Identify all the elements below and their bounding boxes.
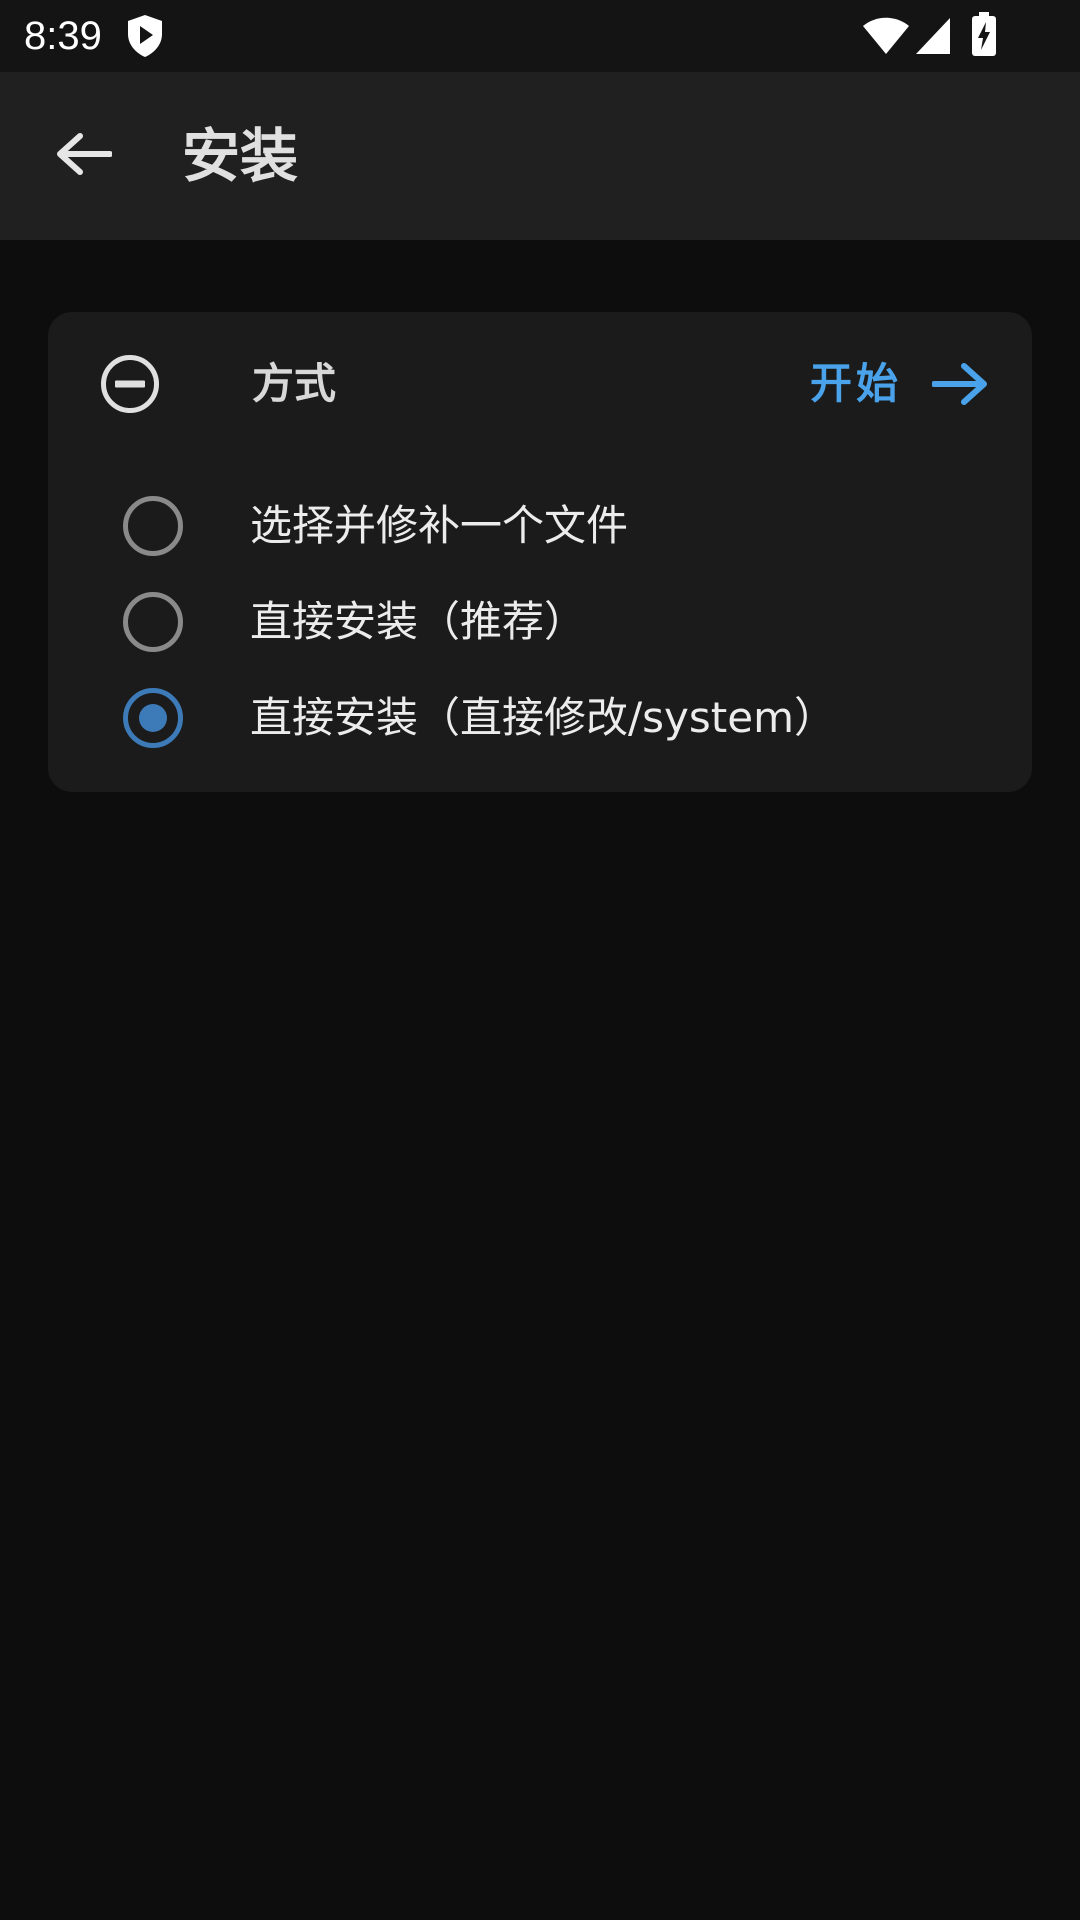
radio-button-selected[interactable] bbox=[123, 688, 183, 748]
radio-button[interactable] bbox=[123, 592, 183, 652]
install-method-card: 方式 开始 选择并修补一个文件 直接安装（推荐） 直接安装（直接修改/syste… bbox=[48, 312, 1032, 792]
battery-charging-icon bbox=[972, 12, 996, 56]
status-time: 8:39 bbox=[24, 14, 102, 58]
arrow-forward-icon bbox=[932, 363, 987, 405]
remove-circle-icon[interactable] bbox=[100, 354, 160, 414]
back-button[interactable] bbox=[44, 114, 124, 194]
option-direct-install[interactable]: 直接安装（推荐） bbox=[48, 574, 1032, 670]
cell-signal-icon bbox=[916, 18, 950, 54]
app-bar: 安装 bbox=[0, 72, 1080, 240]
card-title: 方式 bbox=[252, 359, 337, 408]
arrow-back-icon bbox=[57, 133, 112, 175]
option-patch-file[interactable]: 选择并修补一个文件 bbox=[48, 478, 1032, 574]
page-title: 安装 bbox=[182, 122, 299, 190]
shield-play-icon bbox=[128, 15, 162, 57]
option-label: 直接安装（推荐） bbox=[250, 597, 587, 646]
start-button[interactable]: 开始 bbox=[810, 350, 988, 418]
option-direct-install-system[interactable]: 直接安装（直接修改/system） bbox=[48, 670, 1032, 766]
card-header: 方式 开始 bbox=[48, 312, 1032, 456]
wifi-icon bbox=[863, 17, 909, 54]
option-label: 直接安装（直接修改/system） bbox=[250, 693, 836, 742]
status-bar: 8:39 bbox=[0, 0, 1080, 72]
radio-button[interactable] bbox=[123, 496, 183, 556]
start-label: 开始 bbox=[809, 359, 902, 408]
option-label: 选择并修补一个文件 bbox=[250, 501, 629, 550]
